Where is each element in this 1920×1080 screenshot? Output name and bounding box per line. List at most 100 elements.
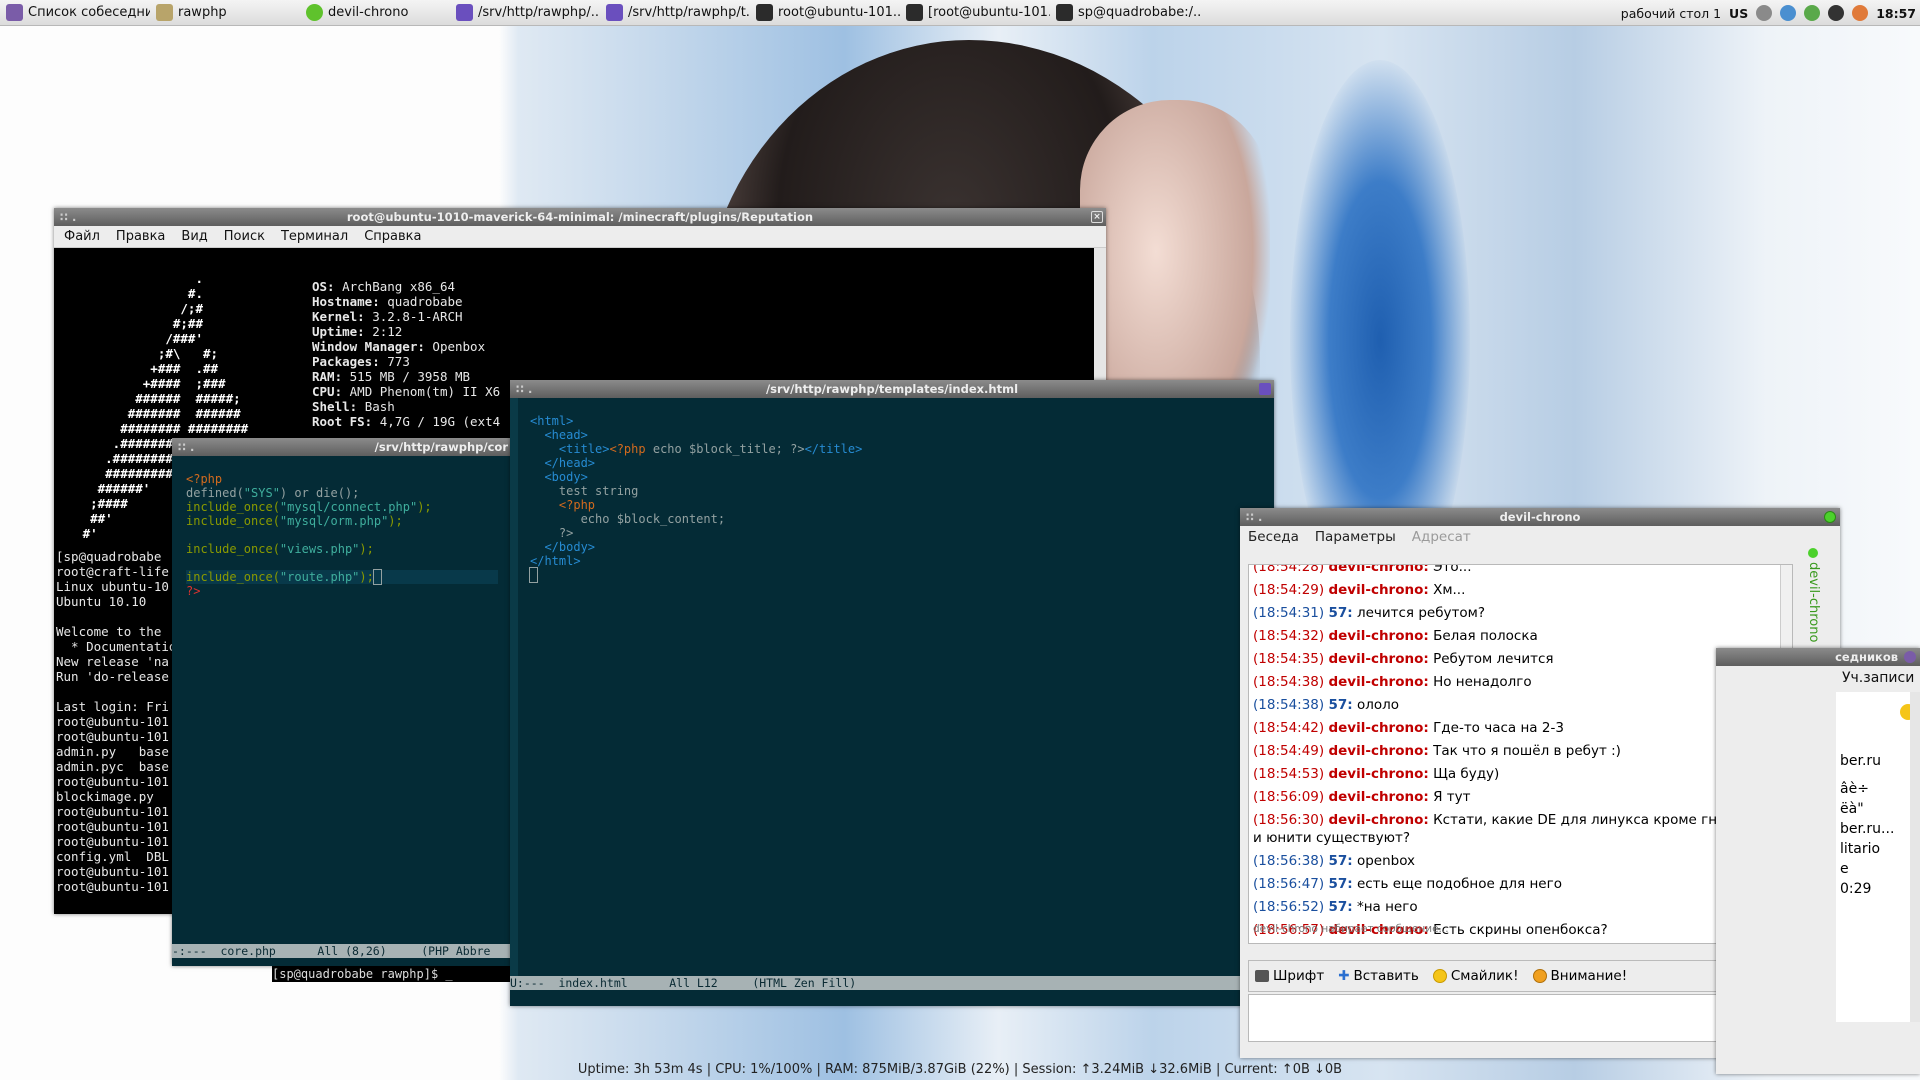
info-value: 773: [387, 354, 410, 369]
task-label: /srv/http/rawphp/...: [478, 5, 600, 20]
buddy-entry-fragment[interactable]: litario: [1840, 840, 1894, 858]
buddy-list[interactable]: ber.ru âè÷ ëà" ber.ru... litario e 0:29: [1836, 692, 1920, 1022]
info-row: OS: ArchBang x86_64: [312, 279, 500, 294]
keyboard-layout[interactable]: US: [1729, 6, 1748, 21]
volume-icon[interactable]: [1756, 5, 1773, 21]
status-online-icon: [1808, 548, 1818, 558]
info-row: Packages: 773: [312, 354, 500, 369]
buddy-title: седников: [1835, 650, 1898, 664]
logo-line: /###': [60, 331, 203, 346]
output-line: blockimage.py: [56, 789, 154, 804]
menu-item[interactable]: Вид: [181, 229, 207, 244]
chat-titlebar[interactable]: ∷ . devil-chrono: [1240, 508, 1840, 526]
output-line: Last login: Fri: [56, 699, 169, 714]
menu-item[interactable]: Справка: [364, 229, 421, 244]
info-value: 3.2.8-1-ARCH: [372, 309, 463, 324]
task-button[interactable]: /srv/http/rawphp/...: [450, 0, 600, 26]
accounts-tab[interactable]: Уч.записи: [1842, 670, 1914, 686]
message-time: (18:54:32): [1253, 627, 1325, 644]
plus-icon: ✚: [1338, 968, 1350, 984]
message-nick: devil-chrono:: [1328, 742, 1429, 759]
output-line: root@craft-life: [56, 564, 169, 579]
message-input[interactable]: [1248, 994, 1793, 1042]
buddy-entries: ber.ru âè÷ ëà" ber.ru... litario e 0:29: [1840, 752, 1894, 900]
task-button[interactable]: Список собеседни...: [0, 0, 150, 26]
task-button[interactable]: root@ubuntu-101...: [750, 0, 900, 26]
chat-message: (18:54:38) devil-chrono: Но ненадолго: [1253, 670, 1788, 693]
task-button[interactable]: [root@ubuntu-101...: [900, 0, 1050, 26]
buddy-entry-fragment[interactable]: 0:29: [1840, 880, 1894, 898]
chat-message: (18:54:31) 57: лечится ребутом?: [1253, 601, 1788, 624]
message-time: (18:54:38): [1253, 696, 1325, 713]
buddy-entry-fragment[interactable]: ëà": [1840, 800, 1894, 818]
message-text: Ща буду): [1433, 765, 1500, 782]
menu-item[interactable]: Поиск: [224, 229, 265, 244]
menu-item[interactable]: Терминал: [281, 229, 348, 244]
emacs-icon: [456, 4, 473, 21]
chat-menu-item[interactable]: Беседа: [1248, 529, 1299, 545]
output-line: root@ubuntu-101: [56, 834, 169, 849]
terminal-title: root@ubuntu-1010-maverick-64-minimal: /m…: [346, 210, 814, 224]
insert-button[interactable]: ✚ Вставить: [1338, 968, 1419, 984]
chat-log[interactable]: (18:54:28) devil-chrono: Это... (18:54:29…: [1248, 564, 1793, 944]
chat-toolbar: Шрифт ✚ Вставить Смайлик! Внимание!: [1248, 960, 1793, 992]
tab-label: devil-chrono: [1806, 562, 1821, 643]
smiley-button[interactable]: Смайлик!: [1432, 968, 1519, 984]
emacs-core-titlebar[interactable]: ∷ . /srv/http/rawphp/cor: [172, 438, 512, 456]
message-list: (18:54:28) devil-chrono: Это... (18:54:29…: [1253, 565, 1788, 941]
buddy-scrollbar[interactable]: [1910, 692, 1920, 1022]
tab-devil-chrono[interactable]: devil-chrono: [1806, 548, 1821, 642]
buddy-titlebar[interactable]: седников: [1716, 648, 1920, 666]
emacs-index-titlebar[interactable]: ∷ . /srv/http/rawphp/templates/index.htm…: [510, 380, 1274, 398]
fringe: [510, 398, 518, 984]
chat-menu-item[interactable]: Параметры: [1315, 529, 1396, 545]
core-php-buffer[interactable]: <?php defined("SYS") or die(); include_onc…: [172, 456, 512, 944]
task-list: Список собеседни... rawphp devil-chrono/sr…: [0, 0, 1200, 26]
output-line: root@ubuntu-101: [56, 819, 169, 834]
status-online-icon: [1824, 511, 1836, 523]
task-label: root@ubuntu-101...: [778, 5, 900, 20]
info-value: Openbox: [432, 339, 486, 354]
desktop-name[interactable]: рабочий стол 1: [1621, 6, 1721, 21]
buddy-list-window: седников Уч.записи ber.ru âè÷ ëà" ber.ru...…: [1716, 648, 1920, 1074]
task-button[interactable]: devil-chrono: [300, 0, 450, 26]
sync-icon[interactable]: [1804, 5, 1821, 21]
task-button[interactable]: sp@quadrobabe:/...: [1050, 0, 1200, 26]
output-line: config.yml DBL: [56, 849, 169, 864]
output-line: admin.py base: [56, 744, 169, 759]
terminal-titlebar[interactable]: ∷ . root@ubuntu-1010-maverick-64-minimal…: [54, 208, 1106, 226]
buddy-entry-fragment[interactable]: ber.ru: [1840, 752, 1894, 770]
emacs-icon: [1259, 383, 1271, 395]
message-text: есть еще подобное для него: [1356, 875, 1562, 892]
terminal-icon: [1056, 4, 1073, 21]
index-html-buffer[interactable]: <html> <head> <title><?php echo $block_t…: [520, 400, 1270, 982]
grip-icon: ∷ .: [60, 210, 77, 224]
network-icon[interactable]: [1780, 5, 1797, 21]
message-time: (18:54:38): [1253, 673, 1325, 690]
menu-item[interactable]: Файл: [64, 229, 100, 244]
chat-menu-item[interactable]: Адресат: [1412, 529, 1471, 545]
terminal-menubar: Файл Правка Вид Поиск Терминал Справка: [54, 226, 1106, 248]
logo-line: ###### #####;: [60, 391, 241, 406]
grip-icon: ∷ .: [178, 440, 195, 454]
power-icon[interactable]: [1828, 5, 1845, 21]
message-nick: devil-chrono:: [1328, 719, 1429, 736]
font-button[interactable]: Шрифт: [1255, 968, 1324, 984]
buddy-entry-fragment[interactable]: e: [1840, 860, 1894, 878]
attention-button[interactable]: Внимание!: [1532, 968, 1627, 984]
menu-item[interactable]: Правка: [116, 229, 165, 244]
close-icon[interactable]: ×: [1091, 211, 1103, 223]
info-key: Root FS:: [312, 414, 373, 429]
output-line: root@ubuntu-101: [56, 804, 169, 819]
task-button[interactable]: rawphp: [150, 0, 300, 26]
chat-message: (18:56:52) 57: *на него: [1253, 895, 1788, 918]
buddy-entry-fragment[interactable]: âè÷: [1840, 780, 1894, 798]
buddy-entry-fragment[interactable]: ber.ru...: [1840, 820, 1894, 838]
clock[interactable]: 18:57: [1876, 6, 1916, 21]
user-icon[interactable]: [1852, 5, 1869, 21]
message-nick: 57:: [1328, 852, 1353, 869]
info-value: quadrobabe: [387, 294, 463, 309]
task-button[interactable]: /srv/http/rawphp/t...: [600, 0, 750, 26]
logo-line: ######## ########: [60, 421, 249, 436]
emacs-index-title: /srv/http/rawphp/templates/index.html: [765, 382, 1019, 396]
